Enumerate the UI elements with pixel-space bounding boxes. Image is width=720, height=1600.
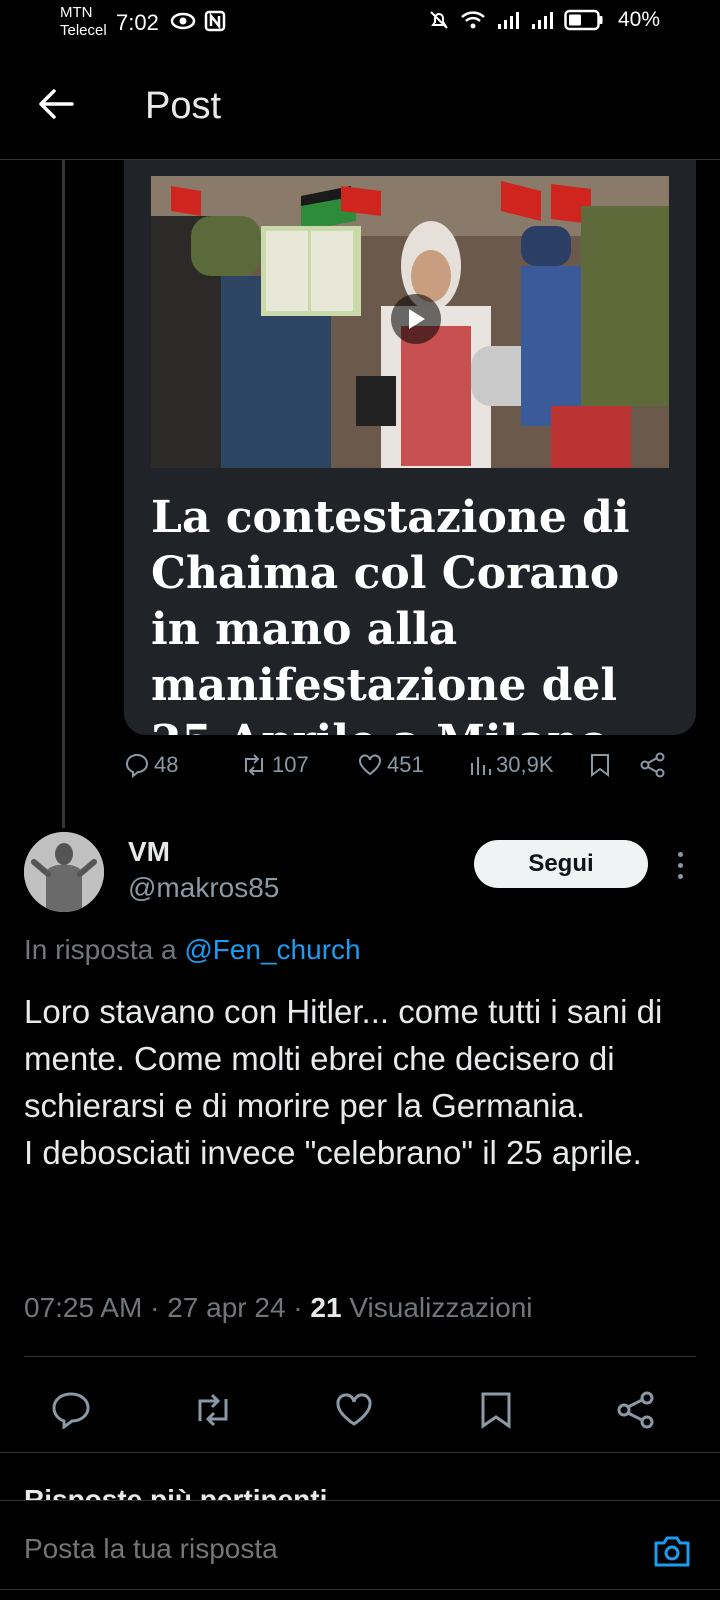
like-action[interactable]: 451 xyxy=(357,752,424,778)
status-bar: MTN Telecel 7:02 40% xyxy=(0,0,720,46)
reply-context: In risposta a @Fen_church xyxy=(24,934,361,966)
arrow-left-icon xyxy=(39,89,74,119)
dot-icon xyxy=(677,851,683,857)
reply-action[interactable]: 48 xyxy=(124,752,178,778)
reply-to-link[interactable]: @Fen_church xyxy=(184,934,360,965)
post-actions xyxy=(0,1380,720,1440)
status-time: 7:02 xyxy=(116,10,159,35)
page-title: Post xyxy=(145,85,222,127)
battery-icon xyxy=(564,9,603,31)
views-icon xyxy=(471,757,491,775)
repost-action[interactable]: 107 xyxy=(240,752,309,778)
divider xyxy=(0,1452,720,1453)
avatar[interactable] xyxy=(24,832,104,912)
share-icon xyxy=(617,1391,654,1429)
views-number: 21 xyxy=(310,1292,342,1323)
heart-icon xyxy=(359,754,381,776)
play-icon xyxy=(409,309,425,329)
chevron-down-icon: ⌄ xyxy=(335,1484,359,1500)
repost-button[interactable] xyxy=(189,1386,237,1434)
bookmark-icon xyxy=(591,754,609,777)
bookmark-button[interactable] xyxy=(472,1386,520,1434)
video-thumbnail[interactable] xyxy=(151,176,669,468)
wifi-icon xyxy=(461,11,485,29)
divider xyxy=(0,1589,720,1590)
link-preview-card[interactable]: La contestazione di Chaima col Corano in… xyxy=(124,160,696,735)
card-headline[interactable]: La contestazione di Chaima col Corano in… xyxy=(151,490,671,735)
camera-button[interactable] xyxy=(652,1533,692,1573)
post-text: Loro stavano con Hitler... come tutti i … xyxy=(24,993,663,1171)
share-button[interactable] xyxy=(612,1386,660,1434)
share-action[interactable] xyxy=(639,752,667,778)
reply-button[interactable] xyxy=(47,1386,95,1434)
reply-composer xyxy=(0,1500,720,1600)
dot-icon xyxy=(677,873,683,879)
carrier-line-2: Telecel xyxy=(60,22,107,39)
views-action[interactable]: 30,9K xyxy=(468,752,554,778)
back-button[interactable] xyxy=(36,84,76,124)
share-icon xyxy=(640,752,665,778)
like-button[interactable] xyxy=(330,1386,378,1434)
divider xyxy=(24,1356,696,1357)
post-date: 27 apr 24 xyxy=(167,1292,286,1323)
thread-connector-line xyxy=(62,160,65,828)
avatar-photo xyxy=(24,832,104,912)
more-options-button[interactable] xyxy=(668,845,692,885)
repost-icon xyxy=(198,1393,228,1427)
bookmark-icon xyxy=(481,1392,511,1429)
replies-sort-dropdown[interactable]: Risposte più pertinenti ⌄ xyxy=(24,1482,359,1500)
follow-button[interactable]: Segui xyxy=(474,840,648,888)
camera-icon xyxy=(654,1536,690,1567)
repost-count: 107 xyxy=(272,752,309,777)
original-post-actions: 48 107 451 30,9K xyxy=(124,752,696,792)
play-button[interactable] xyxy=(391,294,441,344)
author-name[interactable]: VM xyxy=(128,836,170,868)
dot-icon xyxy=(677,862,683,868)
signal-icon-2 xyxy=(531,12,553,29)
eye-icon xyxy=(170,12,196,30)
author-handle[interactable]: @makros85 xyxy=(128,872,279,904)
reply-input[interactable] xyxy=(24,1533,584,1565)
views-label[interactable]: Visualizzazioni xyxy=(349,1292,532,1323)
comment-icon xyxy=(52,1392,90,1429)
status-icons-left xyxy=(170,10,226,32)
sort-label: Risposte più pertinenti xyxy=(24,1484,328,1500)
signal-icon-1 xyxy=(497,12,519,29)
mute-icon xyxy=(430,11,448,29)
carrier-name: MTN Telecel xyxy=(60,4,107,40)
repost-icon xyxy=(245,754,263,776)
views-count: 30,9K xyxy=(496,752,554,777)
carrier-line-1: MTN xyxy=(60,4,93,21)
status-icons-right: 40% xyxy=(428,8,660,32)
top-app-bar: Post xyxy=(0,60,720,160)
post-time: 07:25 AM xyxy=(24,1292,143,1323)
comment-icon xyxy=(125,753,149,778)
reply-prefix: In risposta a xyxy=(24,934,177,965)
like-count: 451 xyxy=(387,752,424,777)
battery-percent: 40% xyxy=(617,8,660,31)
heart-icon xyxy=(336,1393,372,1426)
reply-count: 48 xyxy=(154,752,179,777)
nfc-icon xyxy=(204,10,226,32)
bookmark-action[interactable] xyxy=(589,752,611,778)
post-metadata: 07:25 AM · 27 apr 24 · 21 Visualizzazion… xyxy=(24,1292,533,1323)
